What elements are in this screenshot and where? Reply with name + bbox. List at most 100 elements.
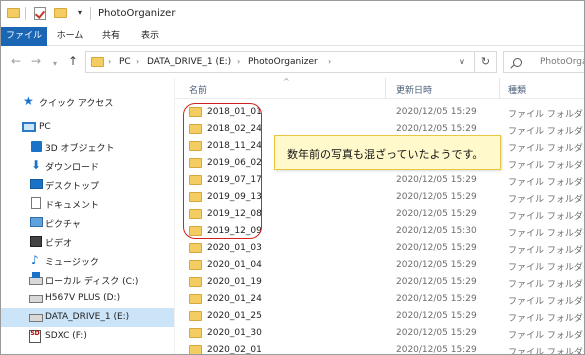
navigation-pane: ★ クイック アクセス PC 3D オブジェクト ⬇ ダウンロード デスクトップ… [1,78,174,354]
file-name: 2020_02_01 [207,345,262,355]
file-name: 2020_01_04 [207,260,262,270]
search-box[interactable]: PhotoOrganizer [503,51,584,73]
address-bar[interactable]: › PC › DATA_DRIVE_1 (E:) › PhotoOrganize… [85,51,475,73]
file-type: ファイル フォルダー [508,297,585,307]
pictures-icon [30,217,43,227]
nav-item-label: H567V PLUS (D:) [45,293,121,303]
new-folder-icon[interactable] [54,8,67,18]
breadcrumb-chevron-icon[interactable]: › [108,57,111,66]
table-row[interactable]: 2020_01_24 2020/12/05 15:29 ファイル フォルダー [175,291,585,308]
folder-icon [189,328,202,338]
table-row[interactable]: 2020_01_03 2020/12/05 15:29 ファイル フォルダー [175,240,585,257]
up-arrow-icon[interactable]: ↑ [68,55,78,67]
back-arrow-icon[interactable]: ← [11,55,21,67]
file-type: ファイル フォルダー [508,195,585,205]
file-type: ファイル フォルダー [508,178,585,188]
folder-icon [189,345,202,354]
nav-item-label: ダウンロード [45,163,100,173]
recent-locations-chevron-icon[interactable]: ▾ [53,58,57,70]
nav-item-drive-d[interactable]: H567V PLUS (D:) [1,289,174,308]
column-header-type[interactable]: 種類 [508,83,526,96]
table-row[interactable]: 2020_01_25 2020/12/05 15:29 ファイル フォルダー [175,308,585,325]
table-row[interactable]: 2020_02_01 2020/12/05 15:29 ファイル フォルダー [175,342,585,355]
nav-item-music[interactable]: ♪ ミュージック [1,251,174,270]
column-divider[interactable] [499,78,500,99]
nav-item-label: ローカル ディスク (C:) [45,277,139,287]
ribbon-tabs: ファイル ホーム 共有 表示 [1,27,584,46]
nav-item-label: ビデオ [45,239,73,249]
highlight-outline [183,103,262,239]
document-icon [31,197,41,209]
nav-item-label: デスクトップ [45,182,100,192]
breadcrumb-folder[interactable]: PhotoOrganizer [248,57,318,67]
table-row[interactable]: 2020_01_30 2020/12/05 15:29 ファイル フォルダー [175,325,585,342]
file-type: ファイル フォルダー [508,246,585,256]
refresh-icon[interactable]: ↻ [475,51,497,73]
title-bar: ▾ PhotoOrganizer [1,1,584,27]
file-type: ファイル フォルダー [508,161,585,171]
file-date: 2020/12/05 15:29 [396,243,477,253]
video-icon [30,236,42,247]
file-type: ファイル フォルダー [508,229,585,239]
tab-view[interactable]: 表示 [131,27,169,46]
file-name: 2020_01_03 [207,243,262,253]
file-type: ファイル フォルダー [508,331,585,341]
tab-file[interactable]: ファイル [1,27,47,46]
column-header-date[interactable]: 更新日時 [396,83,432,96]
file-date: 2020/12/05 15:29 [396,277,477,287]
folder-icon [91,57,104,67]
nav-item-desktop[interactable]: デスクトップ [1,175,174,194]
nav-item-label: ドキュメント [45,201,100,211]
file-type: ファイル フォルダー [508,314,585,324]
3d-objects-icon [31,141,42,152]
table-row[interactable]: 2020_01_19 2020/12/05 15:29 ファイル フォルダー [175,274,584,291]
nav-item-quick-access[interactable]: ★ クイック アクセス [1,92,174,111]
properties-checkmark-icon[interactable] [34,7,46,20]
folder-icon [7,8,20,18]
address-history-chevron-icon[interactable]: ∨ [459,57,465,66]
drive-icon [29,314,43,322]
column-header-name[interactable]: 名前 [189,83,207,96]
file-date: 2020/12/05 15:30 [396,226,477,236]
forward-arrow-icon[interactable]: → [31,55,41,67]
folder-icon [189,243,202,253]
nav-item-3d-objects[interactable]: 3D オブジェクト [1,137,174,156]
nav-item-downloads[interactable]: ⬇ ダウンロード [1,156,174,175]
star-icon: ★ [23,94,34,108]
file-type: ファイル フォルダー [508,127,585,137]
nav-item-drive-e[interactable]: DATA_DRIVE_1 (E:) [1,308,174,327]
nav-item-sdxc-f[interactable]: SD SDXC (F:) [1,327,174,346]
nav-item-documents[interactable]: ドキュメント [1,194,174,213]
nav-item-videos[interactable]: ビデオ [1,232,174,251]
file-name: 2020_01_24 [207,294,262,304]
nav-item-label: PC [39,122,51,132]
tab-share[interactable]: 共有 [93,27,129,46]
nav-item-pictures[interactable]: ピクチャ [1,213,174,232]
breadcrumb-pc[interactable]: PC [119,57,131,67]
file-date: 2020/12/05 15:29 [396,345,477,355]
file-date: 2020/12/05 15:29 [396,260,477,270]
file-type: ファイル フォルダー [508,263,585,273]
tab-home[interactable]: ホーム [49,27,91,46]
search-icon [513,58,522,67]
file-type: ファイル フォルダー [508,348,585,355]
breadcrumb-chevron-icon[interactable]: › [136,57,139,66]
folder-icon [189,260,202,270]
file-name: 2020_01_30 [207,328,262,338]
drive-icon [29,295,43,303]
breadcrumb-chevron-icon[interactable]: › [328,57,331,66]
nav-item-label: ピクチャ [45,220,81,230]
file-type: ファイル フォルダー [508,110,585,120]
column-divider[interactable] [385,78,386,99]
divider [90,7,91,20]
breadcrumb-drive[interactable]: DATA_DRIVE_1 (E:) [147,57,231,67]
file-date: 2020/12/05 15:29 [396,107,477,117]
file-date: 2020/12/05 15:29 [396,209,477,219]
nav-item-label: 3D オブジェクト [45,144,115,154]
file-date: 2020/12/05 15:29 [396,175,477,185]
customize-toolbar-chevron-icon[interactable]: ▾ [78,9,86,17]
nav-item-pc[interactable]: PC [1,118,174,137]
nav-item-local-disk-c[interactable]: ローカル ディスク (C:) [1,270,174,289]
breadcrumb-chevron-icon[interactable]: › [237,57,240,66]
table-row[interactable]: 2020_01_04 2020/12/05 15:29 ファイル フォルダー [175,257,585,274]
